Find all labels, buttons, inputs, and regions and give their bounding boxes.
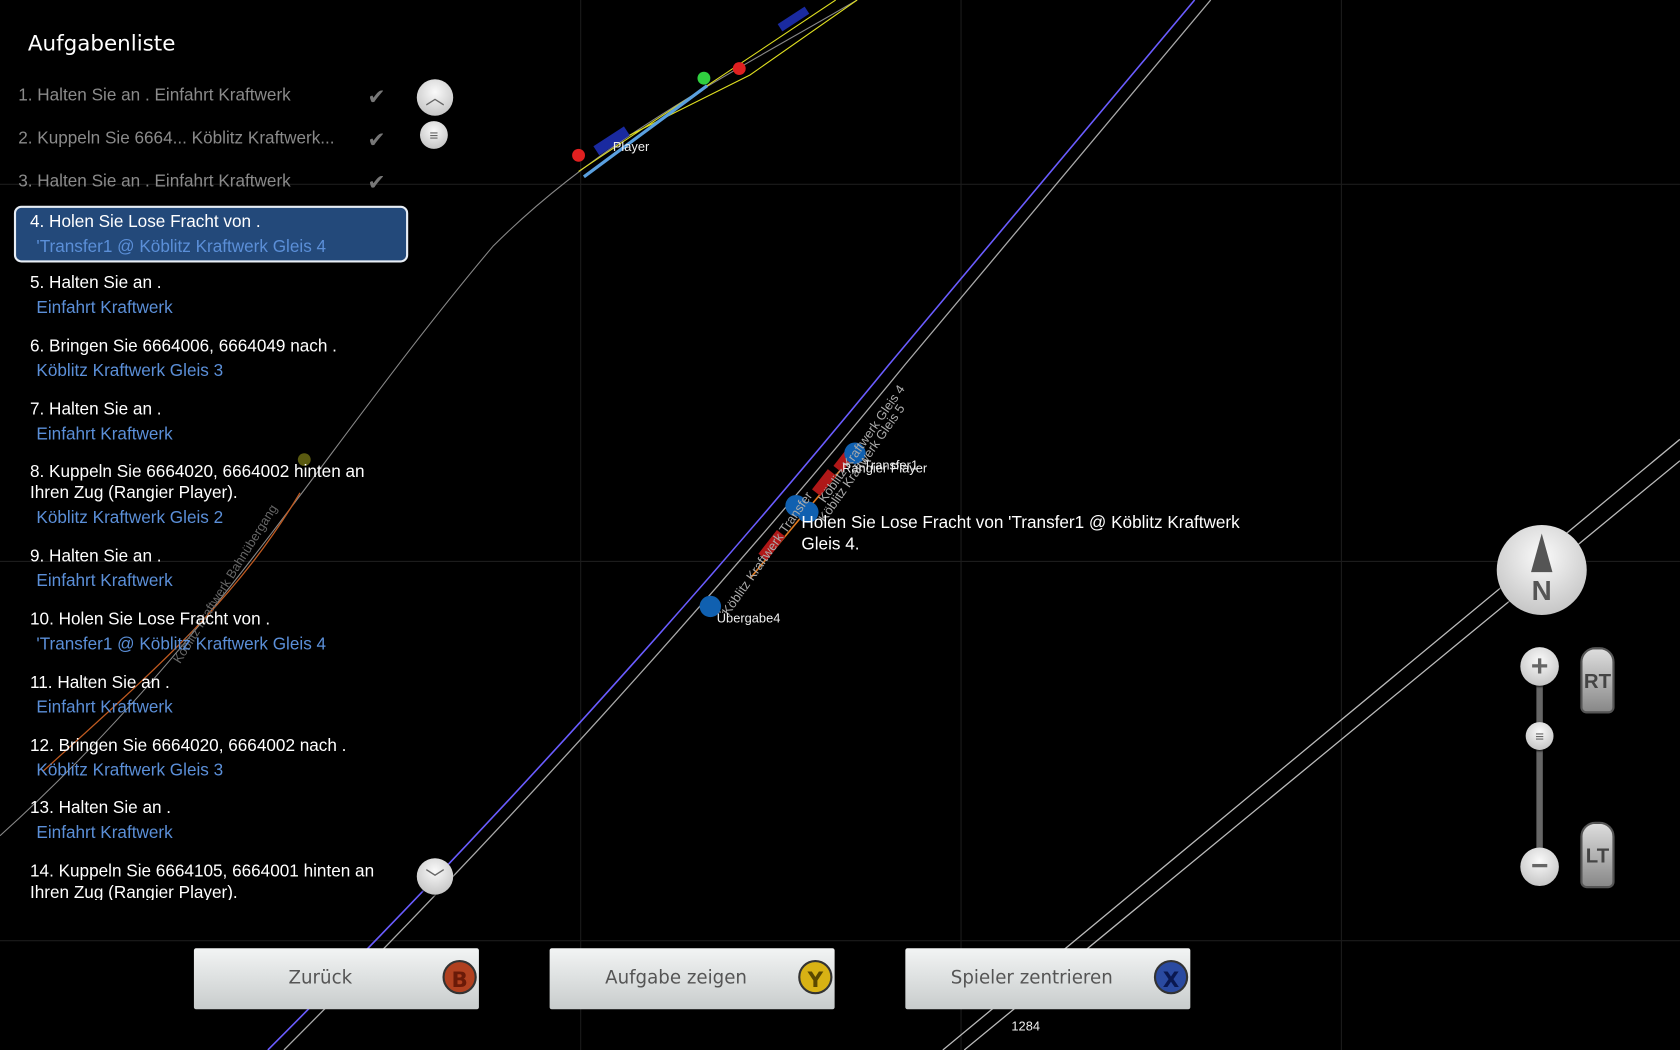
task-location: Einfahrt Kraftwerk (36, 572, 173, 591)
scroll-down-button[interactable]: ﹀ (416, 858, 454, 895)
label-marker: 1284 (1011, 1018, 1041, 1034)
task-location: Einfahrt Kraftwerk (36, 823, 173, 843)
task-label: 13. Halten Sie an . (29, 799, 172, 818)
task-item-selected[interactable]: 4. Holen Sie Lose Fracht von . 'Transfer… (13, 205, 409, 263)
task-location: Einfahrt Kraftwerk (36, 298, 173, 318)
signal-red (732, 62, 746, 75)
show-task-button[interactable]: Aufgabe zeigen Y (549, 948, 835, 1010)
compass-button[interactable]: N (1496, 524, 1587, 615)
task-label: 14. Kuppeln Sie 6664105, 6664001 hinten … (29, 862, 375, 900)
task-label: 10. Holen Sie Lose Fracht von . (29, 610, 271, 629)
label-player: Player (612, 139, 650, 155)
task-item[interactable]: 5. Halten Sie an . Einfahrt Kraftwerk (30, 273, 405, 319)
x-key-icon: X (1153, 959, 1189, 995)
scroll-up-button[interactable]: ︿ (416, 79, 454, 116)
zoom-slider-handle[interactable]: ≡ (1525, 722, 1554, 750)
task-item[interactable]: 8. Kuppeln Sie 6664020, 6664002 hinten a… (30, 462, 405, 529)
task-location: 'Transfer1 @ Köblitz Kraftwerk Gleis 4 (36, 635, 327, 654)
task-item-completed[interactable]: 3. Halten Sie an . Einfahrt Kraftwerk (18, 172, 291, 191)
signal-green (697, 71, 711, 85)
compass-label: N (1531, 574, 1552, 607)
task-item[interactable]: 6. Bringen Sie 6664006, 6664049 nach . Kö… (30, 336, 405, 382)
task-label: 6. Bringen Sie 6664006, 6664049 nach . (29, 337, 337, 356)
panel-title: Aufgabenliste (27, 29, 176, 56)
zoom-slider-track[interactable] (1536, 674, 1543, 868)
task-item[interactable]: 7. Halten Sie an . Einfahrt Kraftwerk (30, 400, 405, 446)
check-icon: ✔ (367, 85, 386, 110)
task-label: 8. Kuppeln Sie 6664020, 6664002 hinten a… (29, 462, 365, 503)
task-label: 11. Halten Sie an . (29, 673, 170, 693)
task-label: 4. Holen Sie Lose Fracht von . (29, 213, 261, 232)
task-item[interactable]: 13. Halten Sie an . Einfahrt Kraftwerk (30, 798, 405, 844)
zoom-in-button[interactable]: + (1520, 647, 1559, 686)
task-item[interactable]: 11. Halten Sie an . Einfahrt Kraftwerk (30, 673, 405, 719)
zoom-out-button[interactable]: − (1520, 847, 1559, 887)
center-player-button[interactable]: Spieler zentrieren X (905, 948, 1191, 1010)
label-rangier: Rangier Player (842, 460, 928, 476)
task-item[interactable]: 14. Kuppeln Sie 6664105, 6664001 hinten … (29, 861, 405, 900)
scroll-thumb[interactable]: ≡ (419, 121, 448, 149)
task-location: Köblitz Kraftwerk Gleis 2 (36, 508, 224, 528)
check-icon: ✔ (367, 128, 386, 153)
task-location: Einfahrt Kraftwerk (36, 698, 173, 717)
back-button[interactable]: Zurück B (193, 948, 479, 1010)
task-item[interactable]: 10. Holen Sie Lose Fracht von . 'Transfer… (30, 610, 405, 656)
task-location: Köblitz Kraftwerk Gleis 3 (36, 362, 224, 381)
lt-button[interactable]: LT (1580, 821, 1615, 889)
task-label: 5. Halten Sie an . (29, 274, 162, 293)
map-task-text: Holen Sie Lose Fracht von 'Transfer1 @ K… (801, 514, 1240, 554)
check-icon: ✔ (367, 171, 386, 195)
rt-button[interactable]: RT (1580, 647, 1615, 714)
center-player-label: Spieler zentrieren (950, 967, 1113, 989)
task-label: 12. Bringen Sie 6664020, 6664002 nach . (29, 737, 347, 756)
task-location: Köblitz Kraftwerk Gleis 3 (36, 761, 224, 780)
task-item-completed[interactable]: 1. Halten Sie an . Einfahrt Kraftwerk (18, 87, 291, 106)
task-location: Einfahrt Kraftwerk (36, 425, 173, 444)
y-key-icon: Y (798, 959, 833, 995)
task-label: 7. Halten Sie an . (29, 400, 162, 419)
b-key-icon: B (442, 959, 477, 995)
label-uebergabe: Übergabe4 (716, 610, 781, 626)
back-label: Zurück (288, 967, 353, 989)
game-screen: Köblitz Kraftwerk Gleis 4 Köblitz Kraftw… (0, 0, 1680, 1050)
task-location: 'Transfer1 @ Köblitz Kraftwerk Gleis 4 (36, 237, 327, 257)
task-item[interactable]: 9. Halten Sie an . Einfahrt Kraftwerk (30, 546, 405, 592)
show-task-label: Aufgabe zeigen (605, 967, 747, 989)
label-gleis4: Köblitz Kraftwerk Gleis 4 (815, 382, 908, 505)
signal-red (572, 148, 585, 162)
task-label: 9. Halten Sie an . (29, 547, 162, 566)
task-item[interactable]: 12. Bringen Sie 6664020, 6664002 nach . K… (30, 736, 405, 782)
task-item-completed[interactable]: 2. Kuppeln Sie 6664... Köblitz Kraftwerk… (18, 130, 334, 149)
